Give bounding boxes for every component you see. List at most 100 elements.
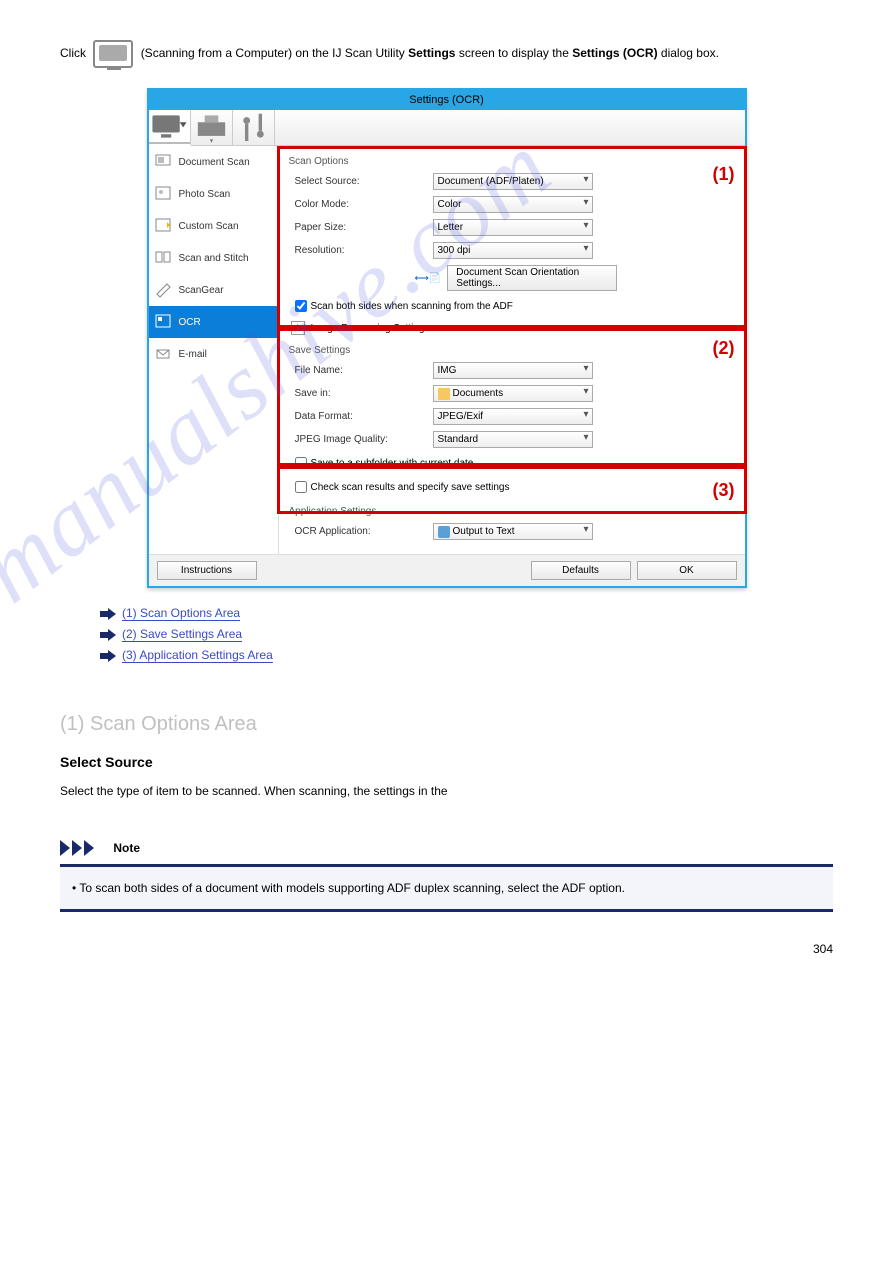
ok-label: OK bbox=[679, 565, 693, 576]
sidebar-label: E-mail bbox=[179, 349, 207, 360]
paper-size-dropdown[interactable]: Letter bbox=[433, 219, 593, 236]
app-settings-heading: Application Settings bbox=[289, 506, 735, 517]
intro-dialog-name: Settings (OCR) bbox=[572, 46, 657, 60]
tab-settings[interactable] bbox=[233, 110, 275, 146]
sidebar-label: Scan and Stitch bbox=[179, 253, 249, 264]
jpeg-quality-dropdown[interactable]: Standard bbox=[433, 431, 593, 448]
select-source-value: Document (ADF/Platen) bbox=[438, 176, 544, 187]
ocr-app-dropdown[interactable]: Output to Text bbox=[433, 523, 593, 540]
resolution-label: Resolution: bbox=[295, 245, 433, 256]
intro-tab-label: Settings bbox=[408, 46, 455, 60]
link-app-settings[interactable]: (3) Application Settings Area bbox=[122, 648, 273, 663]
sidebar-label: Photo Scan bbox=[179, 189, 231, 200]
scan-stitch-icon bbox=[155, 250, 173, 266]
main-panel: (1) (2) (3) Scan Options Select Source: … bbox=[279, 146, 745, 554]
check-results-label: Check scan results and specify save sett… bbox=[311, 482, 510, 493]
paper-size-value: Letter bbox=[438, 222, 464, 233]
instructions-label: Instructions bbox=[181, 565, 232, 576]
data-format-dropdown[interactable]: JPEG/Exif bbox=[433, 408, 593, 425]
intro-text-end: screen to display the bbox=[459, 46, 572, 60]
photo-scan-icon bbox=[155, 186, 173, 202]
sidebar-label: Document Scan bbox=[179, 157, 250, 168]
arrow-icon bbox=[100, 650, 116, 662]
tab-computer[interactable] bbox=[149, 110, 191, 146]
arrow-icon bbox=[100, 608, 116, 620]
intro-text-post: dialog box. bbox=[661, 46, 719, 60]
note-item: To scan both sides of a document with mo… bbox=[79, 881, 625, 895]
sidebar-label: OCR bbox=[179, 317, 201, 328]
resolution-dropdown[interactable]: 300 dpi bbox=[433, 242, 593, 259]
file-name-value: IMG bbox=[438, 365, 457, 376]
section-heading: (1) Scan Options Area bbox=[60, 713, 833, 736]
link-scan-options[interactable]: (1) Scan Options Area bbox=[122, 606, 240, 621]
save-in-dropdown[interactable]: Documents bbox=[433, 385, 593, 402]
sidebar-item-email[interactable]: E-mail bbox=[149, 338, 278, 370]
note-box: • To scan both sides of a document with … bbox=[60, 864, 833, 912]
select-source-dropdown[interactable]: Document (ADF/Platen) bbox=[433, 173, 593, 190]
sliders-icon bbox=[233, 112, 274, 143]
sidebar-item-scangear[interactable]: ScanGear bbox=[149, 274, 278, 306]
row-jpeg-quality: JPEG Image Quality: Standard bbox=[289, 431, 735, 448]
row-scan-both: Scan both sides when scanning from the A… bbox=[291, 297, 735, 315]
row-check-results: Check scan results and specify save sett… bbox=[291, 478, 735, 496]
link-row-2: (2) Save Settings Area bbox=[100, 627, 833, 642]
callout-marker-3: (3) bbox=[713, 480, 735, 501]
data-format-label: Data Format: bbox=[295, 411, 433, 422]
row-orientation: ⟷📄 Document Scan Orientation Settings... bbox=[415, 265, 735, 291]
defaults-button[interactable]: Defaults bbox=[531, 561, 631, 580]
arrow-icon bbox=[100, 629, 116, 641]
sidebar-item-document-scan[interactable]: Document Scan bbox=[149, 146, 278, 178]
row-image-proc: + Image Processing Settings bbox=[291, 321, 735, 335]
computer-scan-icon bbox=[149, 112, 190, 143]
sidebar-item-scan-stitch[interactable]: Scan and Stitch bbox=[149, 242, 278, 274]
sidebar-item-custom-scan[interactable]: Custom Scan bbox=[149, 210, 278, 242]
link-save-settings[interactable]: (2) Save Settings Area bbox=[122, 627, 242, 642]
sidebar-item-photo-scan[interactable]: Photo Scan bbox=[149, 178, 278, 210]
jpeg-quality-label: JPEG Image Quality: bbox=[295, 434, 433, 445]
top-tabs bbox=[149, 110, 745, 146]
file-name-combobox[interactable]: IMG bbox=[433, 362, 593, 379]
resolution-value: 300 dpi bbox=[438, 245, 471, 256]
scan-both-checkbox[interactable] bbox=[295, 300, 307, 312]
expand-button[interactable]: + bbox=[291, 321, 305, 335]
file-name-label: File Name: bbox=[295, 365, 433, 376]
defaults-label: Defaults bbox=[562, 565, 599, 576]
printer-icon bbox=[191, 112, 232, 143]
save-subfolder-label: Save to a subfolder with current date bbox=[311, 458, 474, 469]
row-select-source: Select Source: Document (ADF/Platen) bbox=[289, 173, 735, 190]
orientation-icon: ⟷📄 bbox=[415, 273, 442, 284]
row-save-sub: Save to a subfolder with current date bbox=[291, 454, 735, 472]
scan-both-label: Scan both sides when scanning from the A… bbox=[311, 301, 513, 312]
color-mode-dropdown[interactable]: Color bbox=[433, 196, 593, 213]
tab-printer[interactable] bbox=[191, 110, 233, 146]
check-results-checkbox[interactable] bbox=[295, 481, 307, 493]
page-number: 304 bbox=[60, 942, 833, 956]
ocr-app-label: OCR Application: bbox=[295, 526, 433, 537]
orientation-settings-button[interactable]: Document Scan Orientation Settings... bbox=[447, 265, 617, 291]
sidebar-item-ocr[interactable]: OCR bbox=[149, 306, 278, 338]
link-row-1: (1) Scan Options Area bbox=[100, 606, 833, 621]
note-title: Note bbox=[113, 841, 140, 855]
select-source-label: Select Source: bbox=[295, 176, 433, 187]
folder-icon bbox=[438, 388, 450, 400]
save-subfolder-checkbox[interactable] bbox=[295, 457, 307, 469]
row-color-mode: Color Mode: Color bbox=[289, 196, 735, 213]
ok-button[interactable]: OK bbox=[637, 561, 737, 580]
email-icon bbox=[155, 346, 173, 362]
intro-text: Click bbox=[60, 46, 89, 60]
image-proc-label: Image Processing Settings bbox=[311, 323, 430, 334]
section-subheading: Select Source bbox=[60, 754, 833, 770]
row-resolution: Resolution: 300 dpi bbox=[289, 242, 735, 259]
color-mode-label: Color Mode: bbox=[295, 199, 433, 210]
document-scan-icon bbox=[155, 154, 173, 170]
instructions-button[interactable]: Instructions bbox=[157, 561, 257, 580]
paper-size-label: Paper Size: bbox=[295, 222, 433, 233]
settings-dialog: Settings (OCR) Document Scan Photo Sca bbox=[147, 88, 747, 588]
scangear-icon bbox=[155, 282, 173, 298]
ocr-icon bbox=[155, 314, 173, 330]
intro-paragraph: Click (Scanning from a Computer) on the … bbox=[60, 0, 833, 88]
callout-marker-2: (2) bbox=[713, 338, 735, 359]
sidebar-label: ScanGear bbox=[179, 285, 224, 296]
ocr-app-value: Output to Text bbox=[453, 526, 515, 537]
bottom-bar: Instructions Defaults OK bbox=[149, 554, 745, 586]
